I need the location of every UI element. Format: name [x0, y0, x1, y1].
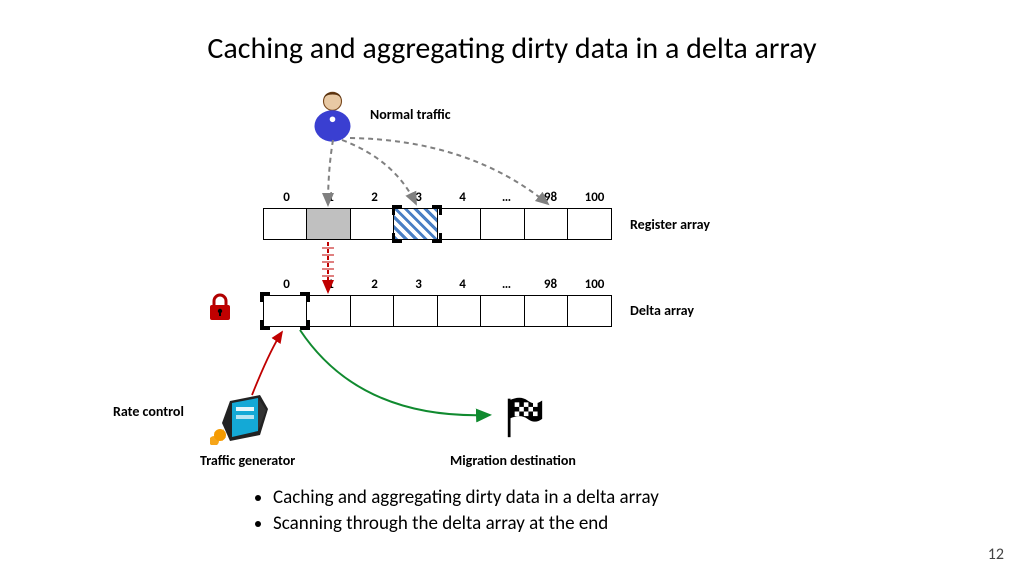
- traffic-generator-icon: [210, 395, 270, 445]
- delta-array-label: Delta array: [630, 302, 694, 319]
- delta-cell: [567, 295, 612, 327]
- normal-traffic-label: Normal traffic: [370, 106, 451, 123]
- delta-cell: [393, 295, 438, 327]
- delta-idx-7: 100: [572, 277, 617, 292]
- delta-idx-1: 1: [308, 277, 353, 292]
- reg-idx-0: 0: [264, 190, 309, 205]
- bullet-2: Scanning through the delta array at the …: [273, 511, 659, 537]
- delta-idx-6: 98: [528, 277, 573, 292]
- delta-array: [264, 295, 612, 327]
- reg-cell-hatch: [393, 208, 438, 240]
- lock-icon: [206, 293, 234, 329]
- delta-cell: [524, 295, 569, 327]
- reg-cell: [437, 208, 482, 240]
- delta-idx-5: …: [484, 277, 529, 292]
- reg-cell: [524, 208, 569, 240]
- bullet-1: Caching and aggregating dirty data in a …: [273, 485, 659, 511]
- reg-idx-1: 1: [308, 190, 353, 205]
- rate-control-label: Rate control: [113, 403, 184, 420]
- delta-idx-3: 3: [396, 277, 441, 292]
- flag-icon: [500, 395, 544, 450]
- delta-idx-4: 4: [440, 277, 485, 292]
- traffic-generator-label: Traffic generator: [200, 452, 295, 469]
- delta-cell: [306, 295, 351, 327]
- reg-idx-4: 4: [440, 190, 485, 205]
- user-icon: [310, 90, 355, 140]
- migration-destination-label: Migration destination: [450, 452, 576, 469]
- delta-idx-2: 2: [352, 277, 397, 292]
- register-array: [264, 208, 612, 240]
- reg-cell: [480, 208, 525, 240]
- reg-cell: [263, 208, 308, 240]
- reg-idx-2: 2: [352, 190, 397, 205]
- reg-idx-7: 100: [572, 190, 617, 205]
- delta-cell: [263, 295, 308, 327]
- delta-cell: [437, 295, 482, 327]
- slide-number: 12: [988, 545, 1004, 564]
- reg-idx-3: 3: [396, 190, 441, 205]
- reg-idx-6: 98: [528, 190, 573, 205]
- delta-idx-0: 0: [264, 277, 309, 292]
- delta-cell: [350, 295, 395, 327]
- reg-cell: [567, 208, 612, 240]
- reg-cell-gray: [306, 208, 351, 240]
- register-array-label: Register array: [630, 216, 710, 233]
- bullet-list: Caching and aggregating dirty data in a …: [255, 485, 659, 536]
- delta-cell: [480, 295, 525, 327]
- reg-idx-5: …: [484, 190, 529, 205]
- reg-cell: [350, 208, 395, 240]
